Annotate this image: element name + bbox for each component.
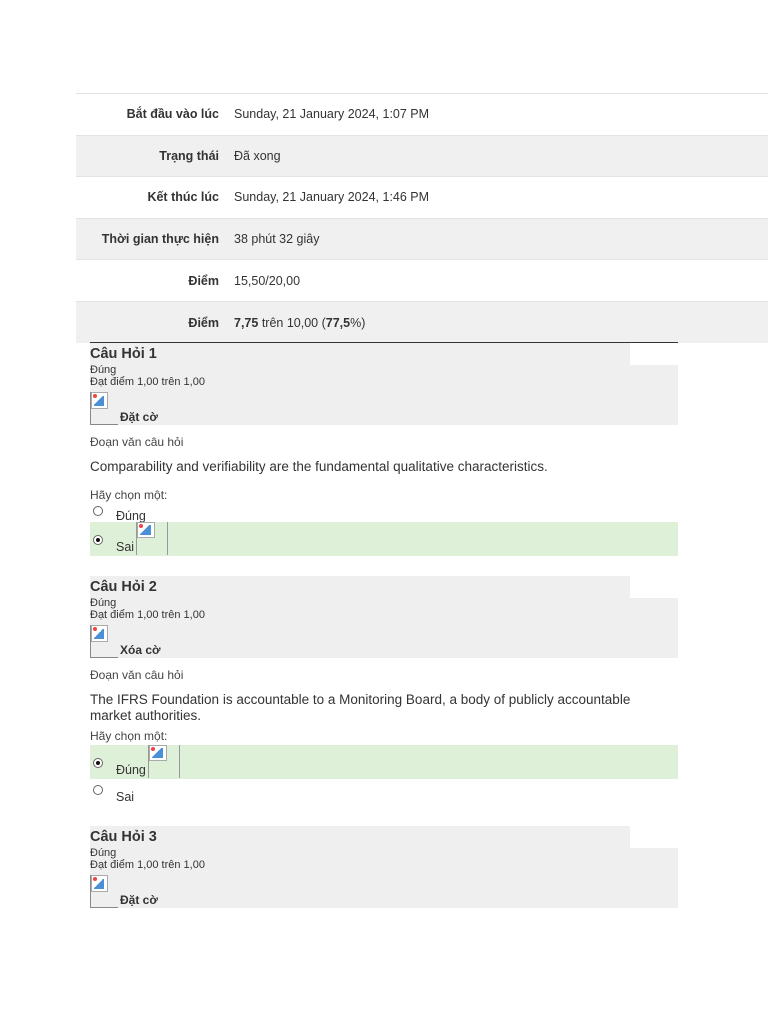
option-label: Sai (116, 790, 135, 804)
summary-row: Điểm 7,75 trên 10,00 (77,5%) (76, 300, 768, 344)
summary-value: 38 phút 32 giây (227, 217, 768, 260)
question-grade: Đạt điểm 1,00 trên 1,00 (90, 609, 205, 621)
grade-end: %) (350, 315, 366, 330)
broken-image-icon (137, 522, 155, 538)
flag-question-button[interactable]: Đặt cờ (120, 410, 158, 424)
question-info: Đúng Đạt điểm 1,00 trên 1,00 Xóa cờ (90, 598, 678, 658)
answer-option-selected[interactable]: Đúng (90, 745, 678, 779)
question-text-label: Đoạn văn câu hỏi (90, 668, 184, 682)
question-info: Đúng Đạt điểm 1,00 trên 1,00 Đặt cờ (90, 848, 678, 908)
question-grade: Đạt điểm 1,00 trên 1,00 (90, 376, 205, 388)
question-state: Đúng (90, 597, 117, 609)
summary-label: Kết thúc lúc (76, 176, 227, 219)
flag-underline (90, 424, 118, 425)
summary-label: Điểm (76, 300, 227, 344)
choose-prompt: Hãy chọn một: (90, 488, 168, 502)
summary-row: Kết thúc lúc Sunday, 21 January 2024, 1:… (76, 176, 768, 219)
question-grade: Đạt điểm 1,00 trên 1,00 (90, 859, 205, 871)
flag-underline (90, 657, 118, 658)
question-title: Câu Hỏi 1 (90, 346, 157, 362)
question-title-bar: Câu Hỏi 3 (90, 826, 630, 848)
question-text: The IFRS Foundation is accountable to a … (90, 692, 631, 723)
question-title: Câu Hỏi 3 (90, 829, 157, 845)
question-1: Câu Hỏi 1 Đúng Đạt điểm 1,00 trên 1,00 Đ… (90, 343, 678, 556)
question-state: Đúng (90, 847, 117, 859)
summary-label: Thời gian thực hiện (76, 217, 227, 260)
radio-icon[interactable] (93, 506, 103, 516)
attempt-summary-table: Bắt đầu vào lúc Sunday, 21 January 2024,… (76, 93, 768, 344)
radio-icon[interactable] (93, 535, 103, 545)
summary-row: Trạng thái Đã xong (76, 134, 768, 177)
radio-icon[interactable] (93, 758, 103, 768)
broken-image-icon[interactable] (91, 875, 108, 892)
broken-image-icon (149, 745, 167, 761)
answer-option[interactable]: Sai (90, 779, 678, 809)
unflag-question-button[interactable]: Xóa cờ (120, 643, 161, 657)
question-title: Câu Hỏi 2 (90, 579, 157, 595)
question-3: Câu Hỏi 3 Đúng Đạt điểm 1,00 trên 1,00 Đ… (90, 826, 678, 908)
summary-row: Bắt đầu vào lúc Sunday, 21 January 2024,… (76, 93, 768, 136)
grade-mid: trên 10,00 ( (258, 315, 326, 330)
flag-underline (90, 907, 118, 908)
answer-option[interactable]: Đúng (90, 502, 678, 523)
flag-frame (90, 392, 91, 425)
broken-image-icon[interactable] (91, 392, 108, 409)
question-title-bar: Câu Hỏi 2 (90, 576, 630, 598)
broken-image-icon[interactable] (91, 625, 108, 642)
flag-frame (90, 625, 91, 658)
summary-row: Điểm 15,50/20,00 (76, 259, 768, 302)
option-label: Đúng (116, 763, 146, 777)
summary-value: 7,75 trên 10,00 (77,5%) (227, 300, 768, 344)
question-text-label: Đoạn văn câu hỏi (90, 435, 184, 449)
option-label: Sai (116, 540, 135, 554)
question-title-bar: Câu Hỏi 1 (90, 343, 630, 365)
grade-percent: 77,5 (325, 315, 351, 330)
option-label: Đúng (116, 509, 146, 523)
summary-label: Trạng thái (76, 134, 227, 177)
summary-label: Điểm (76, 259, 227, 302)
summary-value: 15,50/20,00 (227, 259, 768, 302)
summary-row: Thời gian thực hiện 38 phút 32 giây (76, 217, 768, 260)
choose-prompt: Hãy chọn một: (90, 729, 168, 743)
summary-value: Đã xong (227, 134, 768, 177)
flag-frame (90, 875, 91, 908)
summary-value: Sunday, 21 January 2024, 1:07 PM (227, 93, 768, 136)
summary-value: Sunday, 21 January 2024, 1:46 PM (227, 176, 768, 219)
question-text: Comparability and verifiability are the … (90, 459, 548, 474)
flag-question-button[interactable]: Đặt cờ (120, 893, 158, 907)
grade-score: 7,75 (234, 315, 259, 330)
question-2: Câu Hỏi 2 Đúng Đạt điểm 1,00 trên 1,00 X… (90, 576, 678, 809)
question-info: Đúng Đạt điểm 1,00 trên 1,00 Đặt cờ (90, 365, 678, 425)
answer-option-selected[interactable]: Sai (90, 522, 678, 556)
summary-label: Bắt đầu vào lúc (76, 93, 227, 136)
radio-icon[interactable] (93, 785, 103, 795)
question-state: Đúng (90, 364, 117, 376)
